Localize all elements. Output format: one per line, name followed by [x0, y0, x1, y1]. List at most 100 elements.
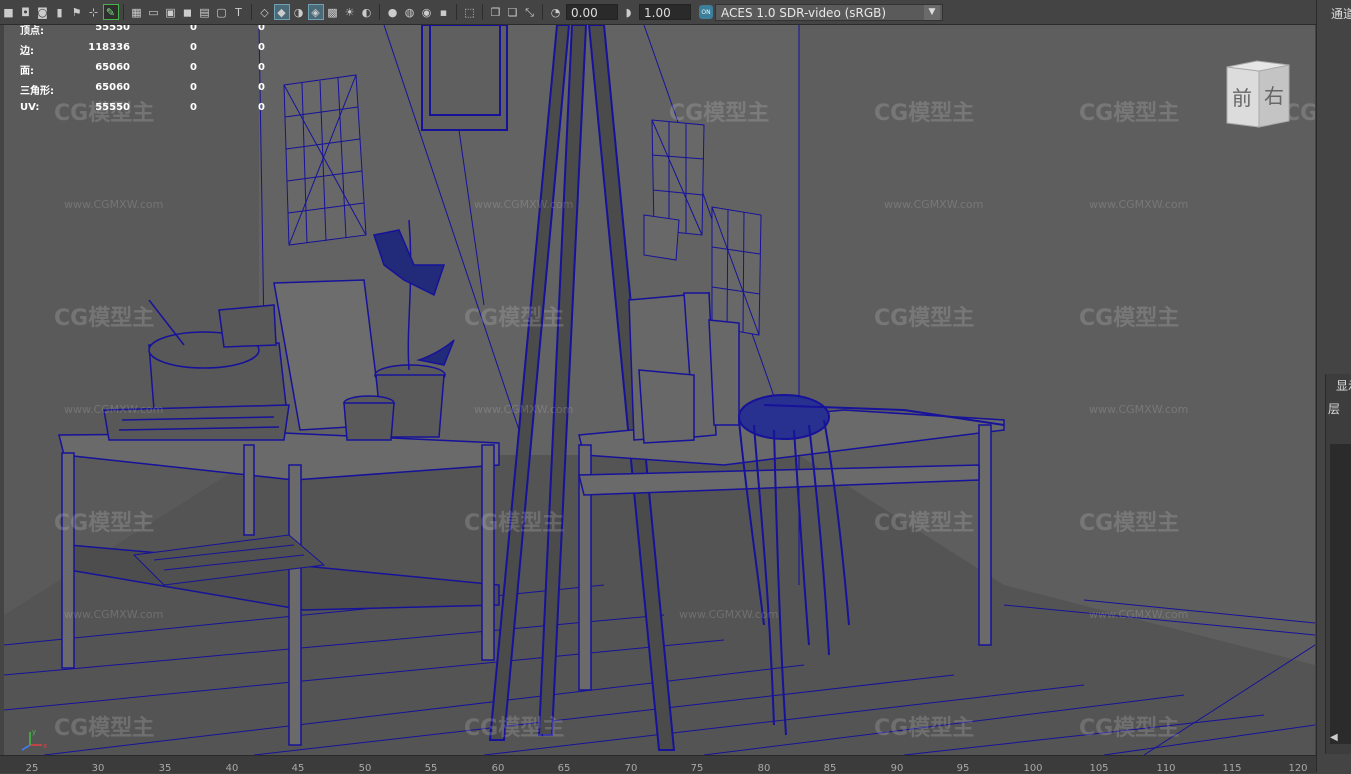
- isolate-select-icon[interactable]: ⬚: [463, 5, 477, 19]
- xray-icon[interactable]: ❐: [489, 5, 503, 19]
- watermark-url: www.CGMXW.com: [679, 608, 778, 621]
- hud-value: 0: [190, 82, 197, 93]
- hud-value: 0: [190, 25, 197, 33]
- layer-menu[interactable]: 层: [1328, 400, 1340, 417]
- hud-label: 面:: [20, 66, 34, 77]
- ruler-tick: 45: [291, 763, 305, 774]
- gate-mask-icon[interactable]: ◼: [181, 5, 195, 19]
- chevron-down-icon[interactable]: ▼: [924, 4, 940, 20]
- shaded-wireframe-icon[interactable]: ◑: [292, 5, 306, 19]
- hud-value: 0: [258, 25, 265, 33]
- view-cube-front-label: 前: [1232, 86, 1252, 110]
- pencil-icon[interactable]: ✎: [102, 4, 119, 20]
- ruler-tick: 120: [1288, 763, 1308, 774]
- watermark-text: CG模型主: [464, 716, 564, 741]
- view-transform-toggle[interactable]: ON: [699, 5, 713, 19]
- hud-label: 顶点:: [20, 26, 44, 37]
- hud-row-faces: 面: 65060 0 0: [20, 62, 280, 85]
- textured-icon[interactable]: ◈: [307, 4, 324, 20]
- perspective-viewport[interactable]: CG模型主 CG模型主 CG模型主 CG模型主 CG模型主 CG模型主 CG模型…: [4, 25, 1315, 755]
- ambient-occlusion-icon[interactable]: ●: [386, 5, 400, 19]
- watermark-text: CG模型主: [1079, 306, 1179, 331]
- hud-value: 0: [190, 102, 197, 113]
- display-tab[interactable]: 显示: [1336, 377, 1351, 394]
- camera-attrs-icon[interactable]: ◘: [19, 5, 33, 19]
- xray-active-icon[interactable]: ⤡: [523, 5, 537, 19]
- ruler-tick: 100: [1023, 763, 1043, 774]
- watermark-text: CG模型主: [464, 511, 564, 536]
- image-plane-icon[interactable]: ⊹: [87, 5, 101, 19]
- camera-icon[interactable]: ■: [2, 5, 16, 19]
- checker-icon[interactable]: ▩: [326, 5, 340, 19]
- view-cube-right-label: 右: [1264, 84, 1284, 108]
- scroll-left-icon[interactable]: ◀: [1330, 732, 1338, 743]
- camera-settings-icon[interactable]: ◙: [36, 5, 50, 19]
- watermark-url: www.CGMXW.com: [1089, 198, 1188, 211]
- film-gate-icon[interactable]: ▭: [147, 5, 161, 19]
- ruler-tick: 70: [624, 763, 638, 774]
- hud-value: 55550: [95, 25, 130, 33]
- toolbar-divider: [123, 4, 124, 20]
- hud-row-vertices: 顶点: 55550 0 0: [20, 25, 280, 45]
- watermark-text: CG模型主: [874, 306, 974, 331]
- use-lights-icon[interactable]: ☀: [343, 5, 357, 19]
- motion-blur-icon[interactable]: ◍: [403, 5, 417, 19]
- toolbar-divider: [251, 4, 252, 20]
- ruler-tick: 75: [690, 763, 704, 774]
- bookmark-icon[interactable]: ⚑: [70, 5, 84, 19]
- watermark-url: www.CGMXW.com: [474, 403, 573, 416]
- watermark-text: CG模型主: [874, 101, 974, 126]
- gamma-field[interactable]: 1.00: [639, 4, 691, 20]
- watermark-url: www.CGMXW.com: [64, 608, 163, 621]
- watermark-text: CG模型主: [54, 716, 154, 741]
- grid-icon[interactable]: ▦: [130, 5, 144, 19]
- hud-value: 0: [258, 102, 265, 113]
- axis-x-label: x: [43, 742, 47, 750]
- ruler-tick: 90: [890, 763, 904, 774]
- watermark-text: CG模型主: [464, 306, 564, 331]
- safe-title-icon[interactable]: T: [232, 5, 246, 19]
- hud-label: 三角形:: [20, 86, 54, 97]
- watermark-url: www.CGMXW.com: [1089, 608, 1188, 621]
- toolbar-divider: [379, 4, 380, 20]
- watermark-text: CG模型主: [1079, 511, 1179, 536]
- hud-row-uvs: UV: 55550 0 0: [20, 102, 280, 125]
- hud-row-triangles: 三角形: 65060 0 0: [20, 82, 280, 105]
- wireframe-scene: CG模型主 CG模型主 CG模型主 CG模型主 CG模型主 CG模型主 CG模型…: [4, 25, 1315, 755]
- hud-value: 118336: [88, 42, 130, 53]
- hud-value: 0: [190, 42, 197, 53]
- watermark-url: www.CGMXW.com: [884, 198, 983, 211]
- ruler-tick: 110: [1156, 763, 1176, 774]
- watermark-url: www.CGMXW.com: [1089, 403, 1188, 416]
- color-space-dropdown[interactable]: ACES 1.0 SDR-video (sRGB) ▼: [715, 3, 943, 21]
- ruler-tick: 40: [225, 763, 239, 774]
- exposure-field[interactable]: 0.00: [566, 4, 618, 20]
- watermark-text: CG模型主: [1079, 101, 1179, 126]
- exposure-icon[interactable]: ◔: [549, 5, 563, 19]
- wireframe-icon[interactable]: ◇: [258, 5, 272, 19]
- ruler-tick: 30: [91, 763, 105, 774]
- depth-of-field-icon[interactable]: ▪: [437, 5, 451, 19]
- layer-editor: 显示 层 ◀: [1325, 374, 1351, 754]
- shadows-icon[interactable]: ◐: [360, 5, 374, 19]
- xray-joints-icon[interactable]: ❏: [506, 5, 520, 19]
- camera-sequence-icon[interactable]: ▮: [53, 5, 67, 19]
- layer-list[interactable]: [1330, 444, 1351, 744]
- hud-value: 65060: [95, 62, 130, 73]
- watermark-url: www.CGMXW.com: [64, 198, 163, 211]
- watermark-url: www.CGMXW.com: [474, 198, 573, 211]
- hud-value: 0: [190, 62, 197, 73]
- safe-action-icon[interactable]: ▢: [215, 5, 229, 19]
- channels-tab[interactable]: 通道: [1331, 5, 1351, 22]
- color-space-label: ACES 1.0 SDR-video (sRGB): [721, 5, 887, 20]
- smooth-shade-icon[interactable]: ◆: [273, 4, 290, 20]
- gamma-icon[interactable]: ◗: [622, 5, 636, 19]
- watermark-text: CG模型主: [874, 511, 974, 536]
- resolution-gate-icon[interactable]: ▣: [164, 5, 178, 19]
- time-ruler[interactable]: 25 30 35 40 45 50 55 60 65 70 75 80 85 9…: [0, 755, 1316, 774]
- ruler-tick: 85: [823, 763, 837, 774]
- field-chart-icon[interactable]: ▤: [198, 5, 212, 19]
- antialiasing-icon[interactable]: ◉: [420, 5, 434, 19]
- axis-y-label: y: [32, 728, 36, 736]
- view-cube[interactable]: 前 右: [1225, 57, 1291, 129]
